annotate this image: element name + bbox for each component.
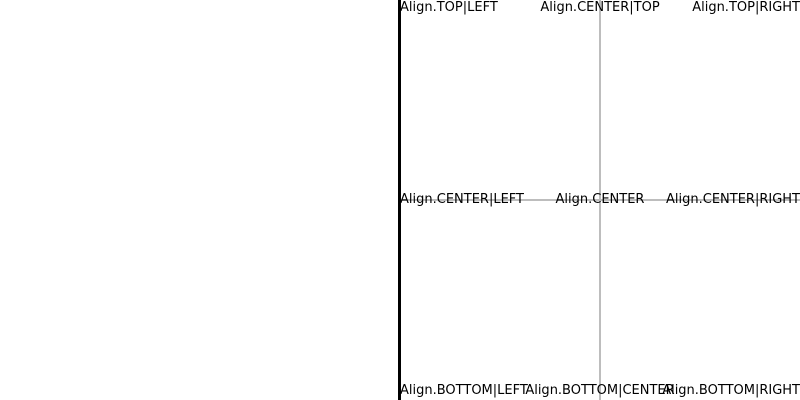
label-bottom-right: Align.BOTTOM|RIGHT [662,383,800,398]
label-top-center: Align.CENTER|TOP [540,0,660,15]
label-center-left: Align.CENTER|LEFT [400,192,524,207]
label-center: Align.CENTER [555,192,645,207]
label-bottom-left: Align.BOTTOM|LEFT [400,383,528,398]
empty-left-panel [0,0,398,400]
label-top-right: Align.TOP|RIGHT [692,0,800,15]
label-top-left: Align.TOP|LEFT [400,0,498,15]
label-center-right: Align.CENTER|RIGHT [666,192,800,207]
alignment-demo-canvas: Align.TOP|LEFT Align.CENTER|TOP Align.TO… [0,0,800,400]
label-bottom-center: Align.BOTTOM|CENTER [525,383,675,398]
